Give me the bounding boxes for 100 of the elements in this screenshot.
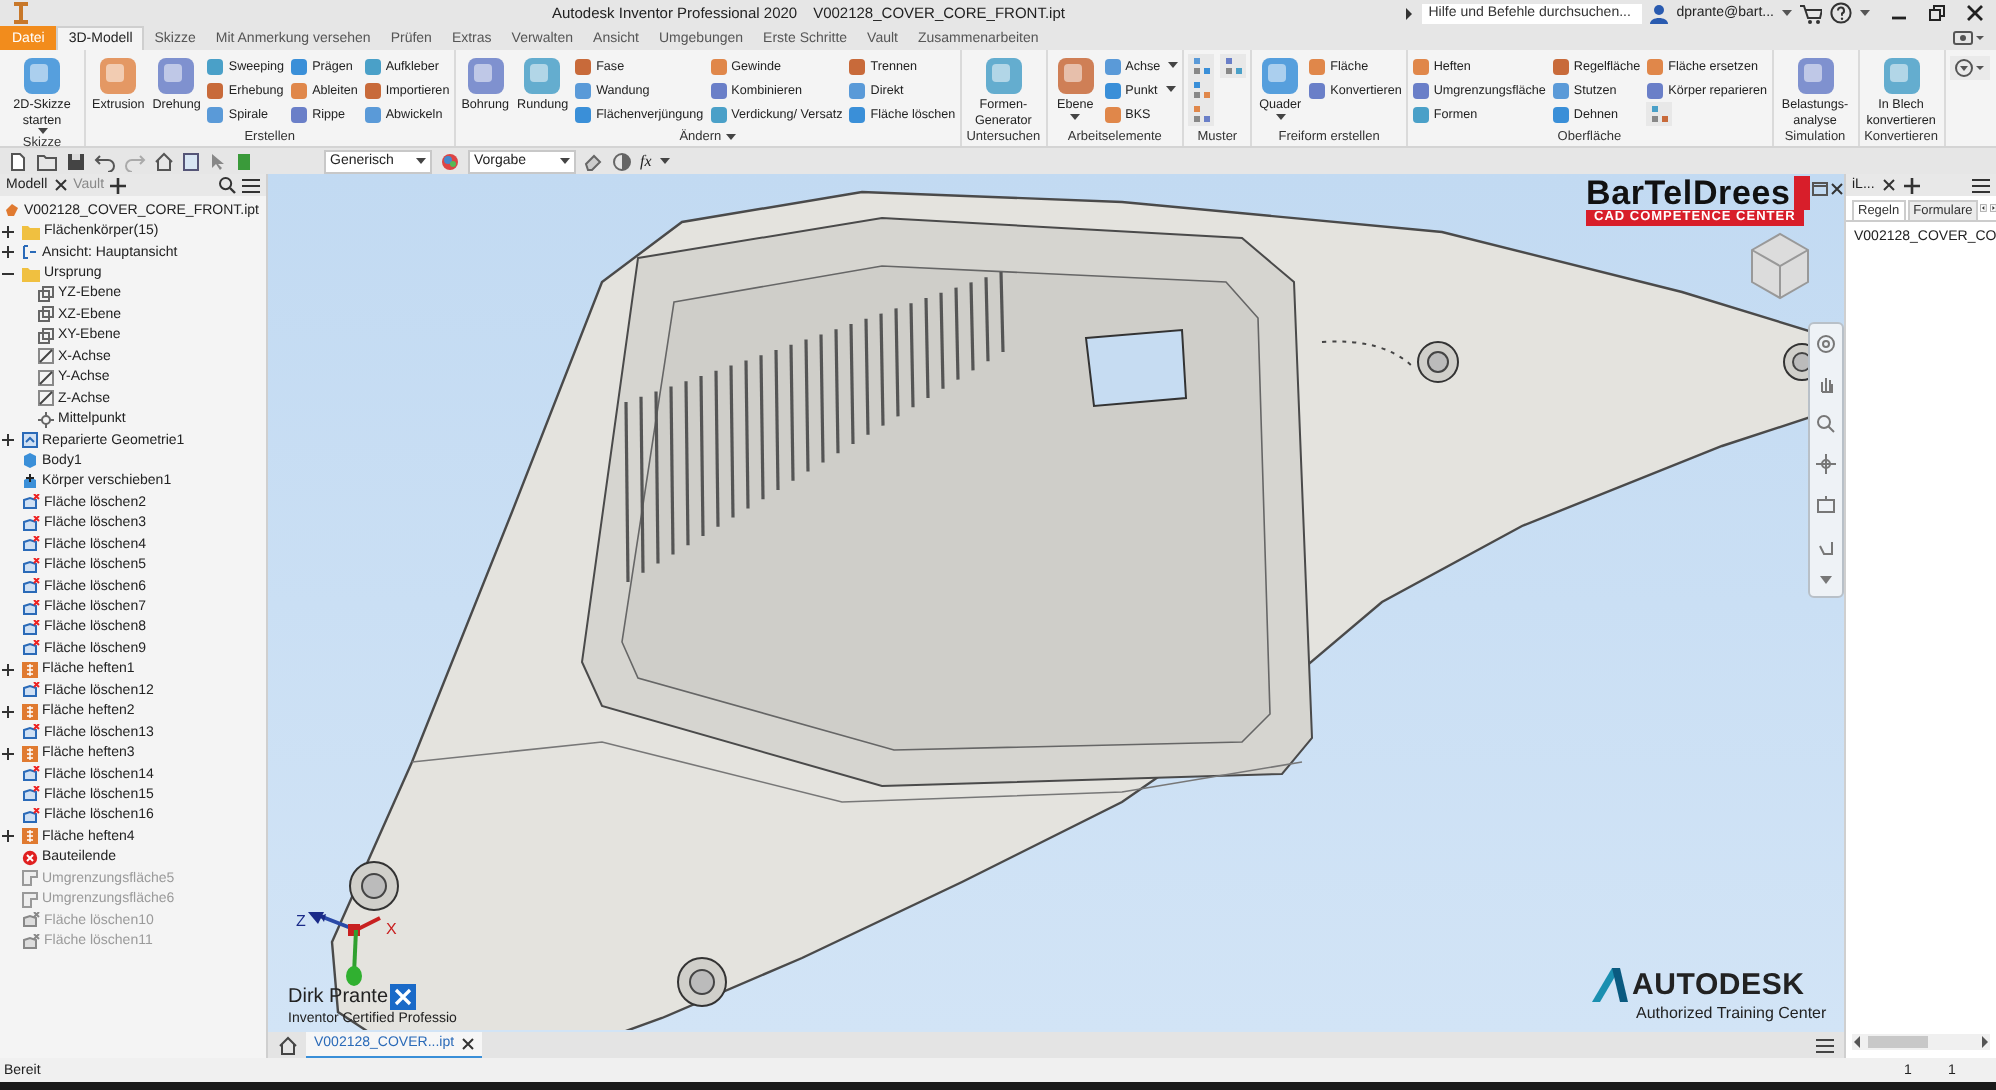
document-icon[interactable]: [182, 151, 200, 171]
color-ball-icon[interactable]: [440, 151, 460, 171]
dropdown-button[interactable]: [1949, 56, 1990, 80]
mounting-hole: [349, 861, 399, 911]
repair-icon: [22, 432, 38, 449]
restore-icon[interactable]: [1928, 4, 1946, 22]
delete-face-icon: [22, 786, 40, 803]
delete-face-icon: [22, 494, 40, 511]
caret-icon: [1275, 113, 1286, 121]
menu-icon[interactable]: [242, 177, 260, 193]
undo-icon[interactable]: [94, 151, 116, 171]
axis-label: X: [386, 920, 397, 938]
axis-icon: [38, 348, 54, 365]
home-icon[interactable]: [278, 1035, 298, 1055]
axis-label: Z: [296, 912, 306, 930]
caret-icon[interactable]: [1860, 9, 1870, 17]
pattern-tool-button[interactable]: [1188, 102, 1215, 126]
caret-icon: [1165, 86, 1176, 94]
delete-face-icon: [22, 557, 40, 574]
tool-icon: [1191, 104, 1212, 124]
expand-arrow-icon[interactable]: [1404, 7, 1415, 19]
axis-icon: [38, 390, 54, 407]
delete-face-icon: [22, 599, 40, 616]
pan-hand-icon[interactable]: [1816, 374, 1836, 395]
add-icon[interactable]: [110, 177, 127, 193]
delete-face-icon: [22, 578, 40, 595]
tool-icon: [1191, 56, 1212, 76]
stitch-icon: [22, 745, 38, 762]
user-icon[interactable]: [1650, 3, 1669, 23]
pattern-tool-button[interactable]: [1188, 54, 1215, 78]
app-logo-icon[interactable]: [12, 2, 30, 24]
scroll-right-icon[interactable]: [1978, 1036, 1990, 1048]
zoom-icon[interactable]: [1816, 414, 1836, 435]
delete-face-icon: [22, 724, 40, 741]
triangle-logo-icon: [1592, 968, 1628, 1002]
expand-icon[interactable]: [2, 434, 14, 447]
delete-face-icon: [22, 536, 40, 553]
stitch-icon: [22, 661, 38, 678]
delete-face-icon: [22, 933, 40, 950]
caret-icon: [1168, 62, 1179, 70]
adjust-icon[interactable]: [612, 151, 632, 171]
pattern-tool-button[interactable]: [1220, 54, 1247, 78]
look-at-icon[interactable]: [1816, 495, 1836, 516]
save-icon[interactable]: [66, 151, 86, 171]
expand-icon[interactable]: [2, 663, 14, 676]
scroll-left-icon[interactable]: [1980, 200, 1988, 216]
scroll-left-icon[interactable]: [1852, 1036, 1864, 1048]
mounting-hole: [1417, 341, 1459, 383]
delete-face-icon: [22, 619, 40, 636]
add-icon[interactable]: [1904, 177, 1921, 193]
pattern-tool-button[interactable]: [1646, 102, 1673, 126]
close-icon[interactable]: [1882, 178, 1897, 192]
menu-icon[interactable]: [1816, 1037, 1834, 1053]
stitch-icon: [22, 828, 38, 845]
caret-icon: [416, 157, 426, 165]
delete-face-icon: [22, 640, 40, 657]
caret-icon[interactable]: [1820, 575, 1832, 586]
autodesk-subtitle: Authorized Training Center: [1636, 1004, 1827, 1022]
expand-icon[interactable]: [2, 225, 14, 238]
delete-face-icon: [22, 912, 40, 929]
collapse-icon[interactable]: [2, 267, 14, 280]
autodesk-wordmark: AUTODESK: [1632, 968, 1805, 1002]
horizontal-scrollbar[interactable]: [1852, 1034, 1990, 1050]
delete-face-icon: [22, 515, 40, 532]
tool-icon: [1191, 80, 1212, 100]
tool-icon: [1223, 56, 1244, 76]
end-of-part-icon: [22, 849, 38, 866]
dashed-curve: [1321, 340, 1413, 367]
point-icon: [38, 411, 54, 428]
search-icon[interactable]: [218, 176, 236, 194]
folder-icon[interactable]: [36, 151, 58, 171]
close-icon[interactable]: [462, 1037, 475, 1049]
close-icon[interactable]: [53, 178, 68, 192]
expand-icon[interactable]: [2, 747, 14, 760]
expand-icon[interactable]: [2, 246, 14, 259]
caret-icon[interactable]: [725, 133, 736, 141]
window-cutout: [1084, 328, 1188, 408]
orbit-icon[interactable]: [1816, 454, 1836, 475]
formula-button[interactable]: fx: [640, 152, 652, 170]
help-icon[interactable]: [1830, 2, 1852, 24]
close-icon[interactable]: [1830, 182, 1844, 196]
steering-wheel-icon[interactable]: [1816, 334, 1836, 355]
camera-icon[interactable]: [1952, 30, 1984, 46]
caret-icon[interactable]: [659, 157, 670, 165]
caret-icon[interactable]: [1782, 9, 1792, 17]
view-icon: [22, 244, 38, 261]
window-icon[interactable]: [1812, 182, 1828, 196]
cart-icon[interactable]: [1800, 3, 1822, 23]
expand-icon[interactable]: [2, 705, 14, 718]
expand-icon[interactable]: [2, 830, 14, 843]
menu-icon[interactable]: [1972, 177, 1990, 193]
cube-icon: [22, 452, 38, 469]
scroll-right-icon[interactable]: [1989, 200, 1996, 216]
delete-face-icon: [22, 766, 40, 783]
home-icon[interactable]: [154, 151, 174, 171]
close-icon[interactable]: [1966, 4, 1984, 22]
caret-icon: [560, 157, 570, 165]
x-badge-icon: [390, 984, 416, 1010]
move-body-icon: [22, 473, 38, 490]
caret-icon: [1070, 113, 1081, 121]
